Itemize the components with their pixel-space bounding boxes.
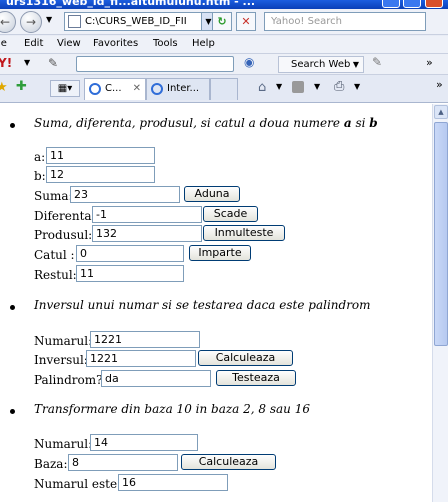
- menu-favorites[interactable]: Favorites: [93, 38, 138, 49]
- quick-tabs-icon[interactable]: ▦▾: [50, 80, 80, 97]
- inmulteste-button[interactable]: Inmulteste: [203, 225, 285, 241]
- input-baza[interactable]: 8: [68, 454, 178, 471]
- input-suma[interactable]: 23: [70, 186, 180, 203]
- section1-heading: Suma, diferenta, produsul, si catul a do…: [34, 116, 378, 130]
- refresh-icon[interactable]: ↻: [212, 12, 232, 31]
- yahoo-toolbar: Y! ▼ ✎ ◉ Search Web ▼ ✎ »: [0, 54, 448, 75]
- label-numarul: Numarul:: [34, 334, 93, 348]
- back-arrow-icon[interactable]: ←: [0, 11, 16, 33]
- menu-bar: le Edit View Favorites Tools Help: [0, 36, 448, 54]
- page-content: Suma, diferenta, produsul, si catul a do…: [0, 104, 432, 502]
- section2-heading: Inversul unui numar si se testarea daca …: [34, 298, 371, 312]
- close-icon[interactable]: ✕: [133, 79, 141, 99]
- input-produsul[interactable]: 132: [92, 225, 202, 242]
- calculeaza-invers-button[interactable]: Calculeaza: [198, 350, 293, 366]
- history-dropdown-icon[interactable]: ▼: [46, 15, 52, 24]
- tab-label: Inter...: [167, 83, 200, 94]
- label-numarul-baza: Numarul:: [34, 437, 93, 451]
- add-favorite-icon[interactable]: ✚: [16, 79, 27, 94]
- menu-tools[interactable]: Tools: [153, 38, 178, 49]
- label-diferenta: Diferenta:: [34, 209, 96, 223]
- label-b: b:: [34, 169, 46, 183]
- input-b[interactable]: 12: [46, 166, 155, 183]
- address-row: ← → ▼ C:\CURS_WEB_ID_FII ▼ ↻ ✕ Yahoo! Se…: [0, 9, 448, 35]
- chevron-down-icon[interactable]: ▼: [24, 58, 30, 67]
- chevron-down-icon: ▼: [352, 60, 359, 69]
- chevron-down-icon[interactable]: ▼: [354, 82, 360, 91]
- forward-arrow-icon[interactable]: →: [20, 11, 42, 33]
- minimize-button[interactable]: [382, 0, 400, 8]
- yahoo-search-input[interactable]: Yahoo! Search: [264, 12, 426, 31]
- ie-icon: [151, 83, 163, 95]
- input-rezultat[interactable]: 16: [118, 474, 228, 491]
- chevron-right-icon[interactable]: »: [426, 56, 433, 69]
- title-bar: urs1316_web_id_fi...aitumulunu.htm - ...: [0, 0, 448, 9]
- stop-icon[interactable]: ✕: [236, 12, 256, 31]
- menu-help[interactable]: Help: [192, 38, 215, 49]
- address-text: C:\CURS_WEB_ID_FII: [85, 16, 187, 27]
- yahoo-logo-icon[interactable]: Y!: [0, 56, 12, 70]
- aduna-button[interactable]: Aduna: [184, 186, 240, 202]
- label-produsul: Produsul:: [34, 228, 93, 242]
- page-icon: [68, 15, 81, 28]
- print-icon[interactable]: ⎙: [334, 79, 344, 94]
- yahoo-toolbar-input[interactable]: [76, 56, 234, 72]
- tab-row: ★ ✚ ▦▾ C... ✕ Inter... ⌂ ▼ ▼ ⎙ ▼ »: [0, 75, 448, 103]
- testeaza-button[interactable]: Testeaza: [216, 370, 296, 386]
- search-web-label: Search Web: [291, 59, 351, 70]
- input-numarul-baza[interactable]: 14: [90, 434, 198, 451]
- label-inversul: Inversul:: [34, 353, 88, 367]
- label-rezultat: Numarul este:: [34, 477, 122, 491]
- scade-button[interactable]: Scade: [203, 206, 258, 222]
- chevron-down-icon[interactable]: ▼: [314, 82, 320, 91]
- label-restul: Restul:: [34, 268, 77, 282]
- new-tab[interactable]: [210, 78, 238, 100]
- label-palindrom: Palindrom?: [34, 373, 103, 387]
- browser-chrome: urs1316_web_id_fi...aitumulunu.htm - ...…: [0, 0, 448, 103]
- bullet: [10, 409, 15, 414]
- globe-icon[interactable]: ◉: [244, 55, 254, 69]
- menu-view[interactable]: View: [57, 38, 81, 49]
- imparte-button[interactable]: Imparte: [189, 245, 251, 261]
- tab-label: C...: [105, 83, 122, 94]
- chevron-down-icon[interactable]: ▼: [276, 82, 282, 91]
- ie-icon: [89, 83, 101, 95]
- scroll-up-icon[interactable]: ▲: [434, 105, 448, 119]
- address-bar[interactable]: C:\CURS_WEB_ID_FII ▼: [64, 12, 216, 31]
- scrollbar-thumb[interactable]: [434, 122, 448, 346]
- chevron-right-icon[interactable]: »: [436, 78, 443, 91]
- favorites-star-icon[interactable]: ★: [0, 80, 8, 95]
- pencil-icon[interactable]: ✎: [48, 56, 58, 70]
- home-icon[interactable]: ⌂: [258, 80, 266, 95]
- input-restul[interactable]: 11: [76, 265, 184, 282]
- window-title: urs1316_web_id_fi...aitumulunu.htm - ...: [6, 0, 256, 8]
- pencil-icon[interactable]: ✎: [372, 55, 382, 69]
- input-catul[interactable]: 0: [76, 245, 184, 262]
- bullet: [10, 123, 15, 128]
- bullet: [10, 305, 15, 310]
- input-a[interactable]: 11: [46, 147, 155, 164]
- close-window-button[interactable]: [425, 0, 443, 8]
- menu-file[interactable]: le: [0, 38, 7, 49]
- input-inversul[interactable]: 1221: [86, 350, 196, 367]
- input-numarul[interactable]: 1221: [90, 331, 200, 348]
- maximize-button[interactable]: [403, 0, 421, 8]
- label-catul: Catul :: [34, 248, 75, 262]
- menu-edit[interactable]: Edit: [24, 38, 43, 49]
- rss-icon[interactable]: [292, 81, 304, 93]
- vertical-scrollbar[interactable]: ▲: [432, 104, 448, 502]
- label-a: a:: [34, 150, 46, 164]
- calculeaza-baza-button[interactable]: Calculeaza: [181, 454, 276, 470]
- input-diferenta[interactable]: -1: [92, 206, 202, 223]
- label-suma: Suma:: [34, 189, 73, 203]
- section3-heading: Transformare din baza 10 in baza 2, 8 sa…: [34, 402, 310, 416]
- tab-curs[interactable]: C... ✕: [84, 78, 146, 100]
- tab-inter[interactable]: Inter...: [146, 78, 210, 100]
- input-palindrom[interactable]: da: [101, 370, 211, 387]
- search-web-button[interactable]: Search Web ▼: [278, 56, 364, 73]
- label-baza: Baza:: [34, 457, 68, 471]
